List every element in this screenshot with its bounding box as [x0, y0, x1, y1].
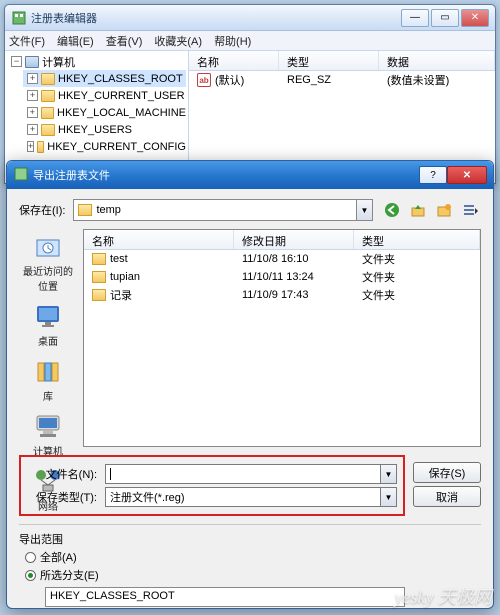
col-name[interactable]: 名称: [189, 51, 279, 70]
collapse-icon[interactable]: −: [11, 56, 22, 67]
places-bar: 最近访问的位置 桌面 库 计算机 网络: [19, 229, 77, 447]
dialog-title: 导出注册表文件: [33, 167, 419, 183]
chevron-down-icon[interactable]: ▼: [356, 200, 372, 220]
folder-icon: [92, 289, 106, 301]
save-button[interactable]: 保存(S): [413, 462, 481, 483]
expand-icon[interactable]: +: [27, 107, 38, 118]
file-row[interactable]: test11/10/8 16:10文件夹: [84, 250, 480, 268]
tree-root[interactable]: − 计算机: [7, 53, 186, 70]
back-button[interactable]: [381, 199, 403, 221]
col-name[interactable]: 名称: [84, 230, 234, 249]
close-button[interactable]: ✕: [461, 9, 489, 27]
tree-node-hku[interactable]: +HKEY_USERS: [23, 121, 186, 138]
computer-icon: [25, 56, 39, 68]
col-data[interactable]: 数据: [379, 51, 495, 70]
col-type[interactable]: 类型: [279, 51, 379, 70]
menu-view[interactable]: 查看(V): [106, 33, 143, 49]
place-recent[interactable]: 最近访问的位置: [19, 231, 77, 293]
tree-node-hkcc[interactable]: +HKEY_CURRENT_CONFIG: [23, 138, 186, 155]
menu-help[interactable]: 帮助(H): [214, 33, 251, 49]
dialog-titlebar[interactable]: 导出注册表文件 ? ✕: [7, 161, 493, 189]
filetype-label: 保存类型(T):: [27, 489, 97, 505]
radio-icon: [25, 552, 36, 563]
scope-branch-radio[interactable]: 所选分支(E): [25, 567, 481, 583]
maximize-button[interactable]: ▭: [431, 9, 459, 27]
expand-icon[interactable]: +: [27, 124, 38, 135]
scope-all-radio[interactable]: 全部(A): [25, 549, 481, 565]
col-date[interactable]: 修改日期: [234, 230, 354, 249]
folder-icon: [41, 73, 55, 85]
scope-title: 导出范围: [19, 531, 481, 547]
place-libraries[interactable]: 库: [19, 356, 77, 403]
folder-icon: [41, 107, 54, 119]
filename-input[interactable]: ▼: [105, 464, 397, 484]
expand-icon[interactable]: +: [27, 141, 34, 152]
regedit-icon: [13, 166, 29, 185]
view-menu-button[interactable]: [459, 199, 481, 221]
highlighted-inputs: 文件名(N): ▼ 保存类型(T): 注册文件(*.reg)▼: [19, 455, 405, 516]
filename-label: 文件名(N):: [27, 466, 97, 482]
folder-icon: [92, 271, 106, 283]
filetype-combo[interactable]: 注册文件(*.reg)▼: [105, 487, 397, 507]
dialog-help-button[interactable]: ?: [419, 166, 447, 184]
folder-icon: [41, 90, 55, 102]
col-type[interactable]: 类型: [354, 230, 480, 249]
tree-node-hklm[interactable]: +HKEY_LOCAL_MACHINE: [23, 104, 186, 121]
folder-icon: [41, 124, 55, 136]
new-folder-button[interactable]: [433, 199, 455, 221]
menu-edit[interactable]: 编辑(E): [57, 33, 94, 49]
save-in-row: 保存在(I): temp ▼: [19, 199, 481, 221]
dialog-close-button[interactable]: ✕: [447, 166, 487, 184]
regedit-menubar: 文件(F) 编辑(E) 查看(V) 收藏夹(A) 帮助(H): [5, 31, 495, 51]
minimize-button[interactable]: —: [401, 9, 429, 27]
regedit-icon: [11, 10, 27, 26]
value-row-default[interactable]: ab(默认) REG_SZ (数值未设置): [189, 71, 495, 89]
chevron-down-icon[interactable]: ▼: [380, 488, 396, 506]
file-list[interactable]: 名称 修改日期 类型 test11/10/8 16:10文件夹 tupian11…: [83, 229, 481, 447]
file-row[interactable]: 记录11/10/9 17:43文件夹: [84, 286, 480, 304]
cancel-button[interactable]: 取消: [413, 486, 481, 507]
file-row[interactable]: tupian11/10/11 13:24文件夹: [84, 268, 480, 286]
save-in-label: 保存在(I):: [19, 202, 65, 218]
place-desktop[interactable]: 桌面: [19, 301, 77, 348]
menu-file[interactable]: 文件(F): [9, 33, 45, 49]
export-scope-group: 导出范围 全部(A) 所选分支(E) HKEY_CLASSES_ROOT: [19, 524, 481, 607]
menu-favorites[interactable]: 收藏夹(A): [154, 33, 202, 49]
branch-path-input[interactable]: HKEY_CLASSES_ROOT: [45, 587, 405, 607]
registry-editor-window: 注册表编辑器 — ▭ ✕ 文件(F) 编辑(E) 查看(V) 收藏夹(A) 帮助…: [4, 4, 496, 184]
export-dialog: 导出注册表文件 ? ✕ 保存在(I): temp ▼ 最近访问的位置 桌面 库: [6, 160, 494, 609]
radio-icon: [25, 570, 36, 581]
string-value-icon: ab: [197, 73, 211, 87]
folder-icon: [37, 141, 44, 153]
folder-icon: [92, 253, 106, 265]
tree-node-hkcu[interactable]: +HKEY_CURRENT_USER: [23, 87, 186, 104]
regedit-titlebar[interactable]: 注册表编辑器 — ▭ ✕: [5, 5, 495, 31]
expand-icon[interactable]: +: [27, 73, 38, 84]
chevron-down-icon[interactable]: ▼: [380, 465, 396, 483]
expand-icon[interactable]: +: [27, 90, 38, 101]
save-in-combo[interactable]: temp ▼: [73, 199, 373, 221]
regedit-title: 注册表编辑器: [31, 10, 401, 26]
folder-icon: [78, 204, 92, 216]
up-folder-button[interactable]: [407, 199, 429, 221]
tree-node-hkcr[interactable]: +HKEY_CLASSES_ROOT: [23, 70, 186, 87]
value-list-header[interactable]: 名称 类型 数据: [189, 51, 495, 71]
